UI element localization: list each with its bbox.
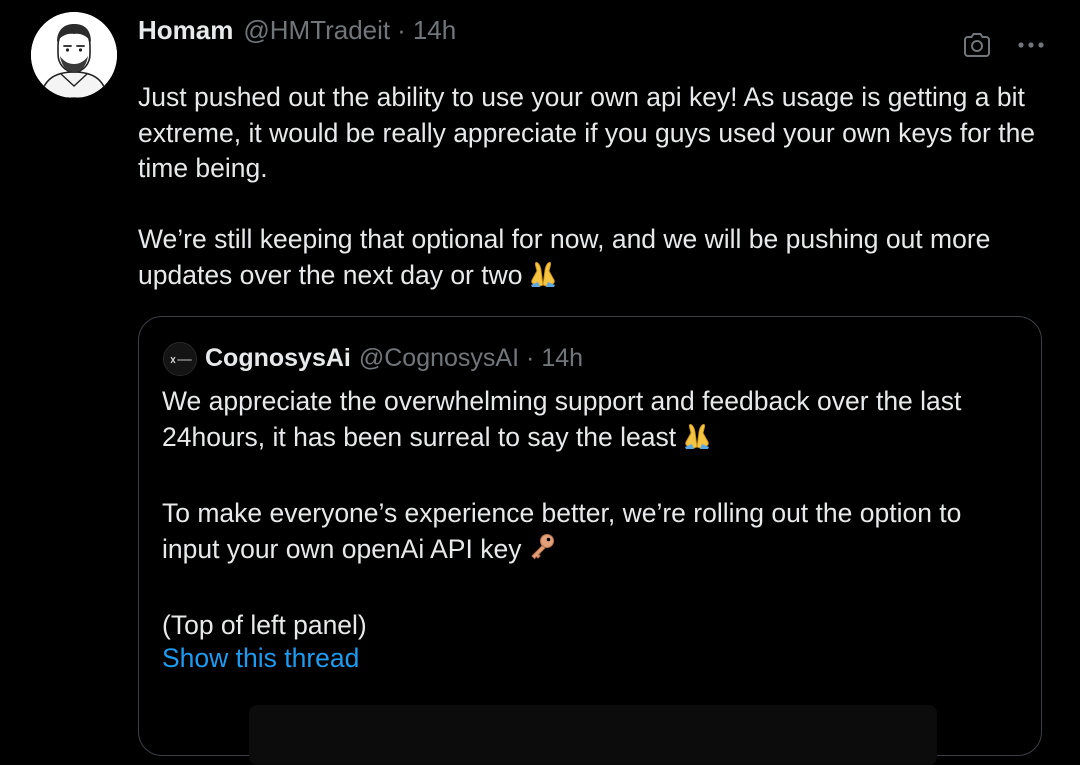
author-handle[interactable]: @HMTradeit (243, 15, 390, 46)
tweet-timestamp[interactable]: 14h (413, 15, 456, 46)
avatar-illustration (31, 12, 117, 98)
tweet-paragraph: Just pushed out the ability to use your … (138, 82, 1036, 183)
quoted-author-handle[interactable]: @CognosysAI (359, 344, 519, 373)
quoted-author-display-name[interactable]: CognosysAi (205, 344, 351, 373)
tweet-header: Homam @HMTradeit · 14h (138, 14, 456, 46)
more-options-button[interactable] (1014, 28, 1048, 62)
header-separator: · (397, 14, 406, 45)
cognosys-logo-icon (164, 343, 196, 375)
quoted-paragraph: (Top of left panel) (162, 610, 367, 640)
quoted-tweet-timestamp[interactable]: 14h (541, 344, 583, 373)
quoted-tweet-header: CognosysAi @CognosysAI · 14h (205, 343, 583, 373)
quoted-paragraph: To make everyone’s experience better, we… (162, 495, 1022, 571)
quoted-header-separator: · (526, 343, 535, 372)
author-display-name[interactable]: Homam (138, 15, 233, 46)
quoted-paragraph: We appreciate the overwhelming support a… (162, 383, 1022, 459)
quoted-tweet-text: We appreciate the overwhelming support a… (162, 383, 1022, 643)
folded-hands-emoji (528, 258, 558, 298)
show-thread-link[interactable]: Show this thread (162, 640, 359, 676)
tweet-actions (960, 28, 1048, 62)
author-avatar[interactable] (31, 12, 117, 98)
quoted-author-avatar[interactable] (163, 342, 197, 376)
quoted-media-preview[interactable] (249, 705, 937, 765)
quoted-tweet-card[interactable]: CognosysAi @CognosysAI · 14h We apprecia… (138, 316, 1042, 765)
folded-hands-emoji (682, 420, 712, 459)
tweet-text: Just pushed out the ability to use your … (138, 80, 1048, 297)
key-emoji (527, 532, 557, 571)
camera-icon (964, 33, 990, 57)
tweet[interactable]: Homam @HMTradeit · 14h Just pushed out t… (0, 0, 1080, 765)
tweet-paragraph: We’re still keeping that optional for no… (138, 222, 1048, 297)
camera-button[interactable] (960, 28, 994, 62)
more-icon (1018, 42, 1044, 48)
